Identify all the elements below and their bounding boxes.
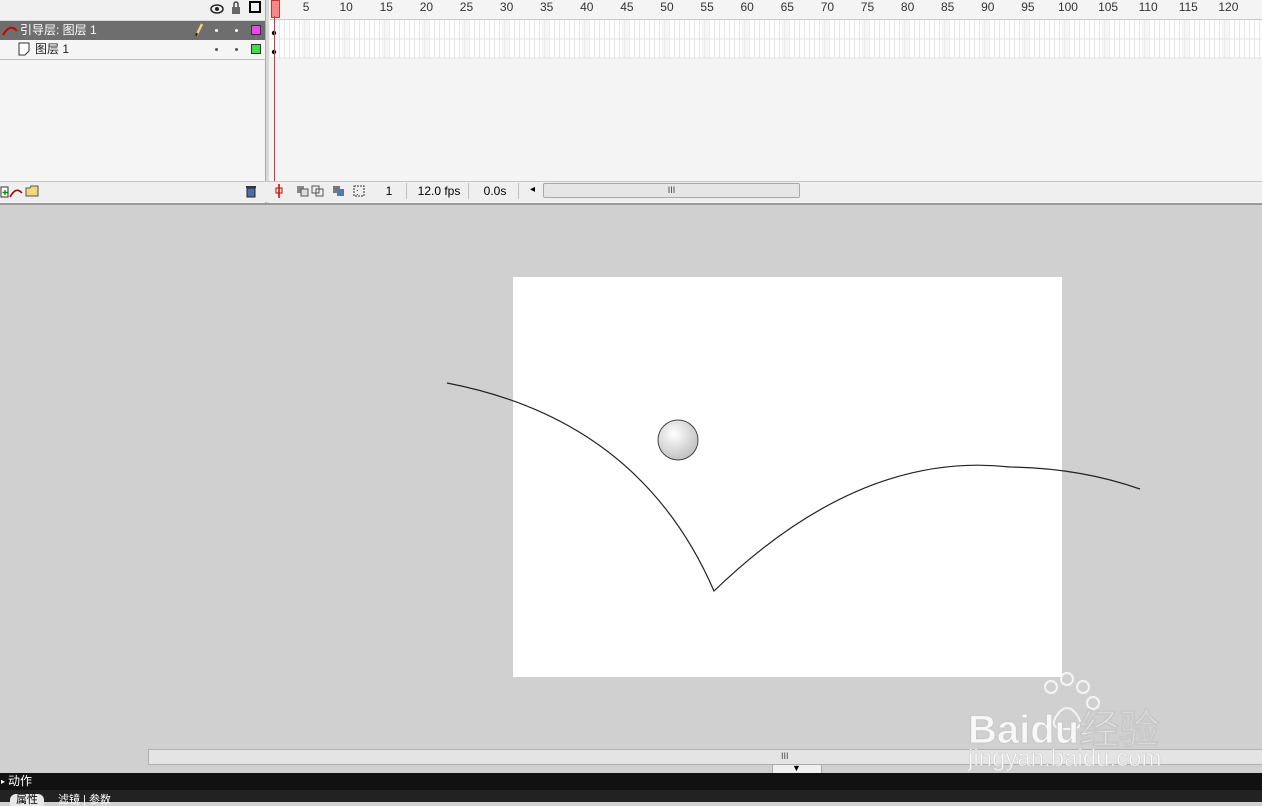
ruler-tick-label: 65 [780,0,794,14]
ruler-tick-label: 10 [339,0,353,14]
ruler-tick-label: 105 [1098,0,1119,14]
svg-text::: : [356,187,359,197]
frame-ruler[interactable]: 1510152025303540455055606570758085909510… [270,0,1262,20]
add-guide-icon[interactable] [9,185,23,203]
layer-color-swatch[interactable] [251,25,261,35]
outline-icon[interactable] [249,1,261,13]
fps-field[interactable]: 12.0 fps [410,183,469,199]
tab-properties[interactable]: 属性 [10,794,44,806]
ruler-tick-label: 45 [620,0,634,14]
ruler-tick-label: 95 [1021,0,1035,14]
ruler-tick-label: 30 [499,0,514,14]
ruler-tick-label: 75 [860,0,875,14]
layer-row-guide[interactable]: 引导层: 图层 1 [0,21,265,40]
layer-color-swatch[interactable] [251,44,261,54]
lock-icon[interactable] [231,1,241,15]
lock-dot[interactable] [235,29,238,32]
ruler-tick-label: 15 [379,0,393,14]
layer-name: 图层 1 [35,42,70,56]
baidu-jingyan-watermark: Baidu经验 jingyan.baidu.com [965,665,1205,785]
ruler-tick-label: 80 [900,0,915,14]
playhead[interactable] [271,0,280,18]
ruler-tick-label: 110 [1138,0,1158,14]
scrollbar-thumb[interactable]: III [543,183,800,198]
ruler-tick-label: 85 [940,0,955,14]
scrollbar-grip[interactable]: III [781,750,789,762]
ruler-tick-label: 40 [580,0,594,14]
add-folder-icon[interactable] [25,184,39,202]
ruler-tick-label: 5 [302,0,310,14]
other-tabs-label[interactable]: 滤镜 | 参数 [58,794,111,806]
layer-header [0,0,265,21]
actions-panel-label: 动作 [8,774,33,788]
timeline-horizontal-scrollbar[interactable]: III [528,183,1262,198]
ruler-tick-label: 100 [1057,0,1078,14]
layer-icon [18,42,30,62]
ruler-tick-label: 90 [981,0,995,14]
onion-markers-icon[interactable]: : [352,184,366,203]
visibility-dot[interactable] [215,29,218,32]
layer-name: 引导层: 图层 1 [20,23,97,37]
properties-panel-header: 滤镜 | 参数 [0,790,1262,806]
ruler-tick-label: 20 [419,0,434,14]
timeline-divider[interactable] [265,0,269,203]
trash-icon[interactable] [245,184,257,203]
watermark-url: jingyan.baidu.com [968,745,1162,773]
panel-arrow-icon: ▸ [1,777,6,786]
ruler-tick-label: 115 [1178,0,1198,14]
frame-grid[interactable] [270,20,1262,60]
timeline-panel: 引导层: 图层 1 图层 1 1510152025303540455055606… [0,0,1262,205]
eye-icon[interactable] [210,2,224,14]
onion-outline-icon[interactable] [311,184,325,202]
center-frame-icon[interactable] [274,184,284,203]
playhead-line [274,16,275,181]
elapsed-time-field: 0.0s [472,183,519,199]
ruler-tick-label: 60 [740,0,754,14]
layer-row-1[interactable]: 图层 1 [0,40,265,60]
chevron-down-icon: ▼ [792,763,801,773]
onion-skin-icon[interactable] [296,184,310,202]
ruler-tick-label: 35 [539,0,554,14]
visibility-dot[interactable] [215,48,218,51]
edit-multiple-icon[interactable] [332,184,346,202]
current-frame-field[interactable]: 1 [372,183,407,199]
lock-dot[interactable] [235,48,238,51]
ruler-tick-label: 70 [820,0,835,14]
stage-canvas[interactable] [513,277,1062,677]
ruler-tick-label: 25 [459,0,474,14]
ruler-tick-label: 50 [660,0,674,14]
ruler-tick-label: 55 [700,0,714,14]
ruler-tick-label: 120 [1218,0,1239,14]
